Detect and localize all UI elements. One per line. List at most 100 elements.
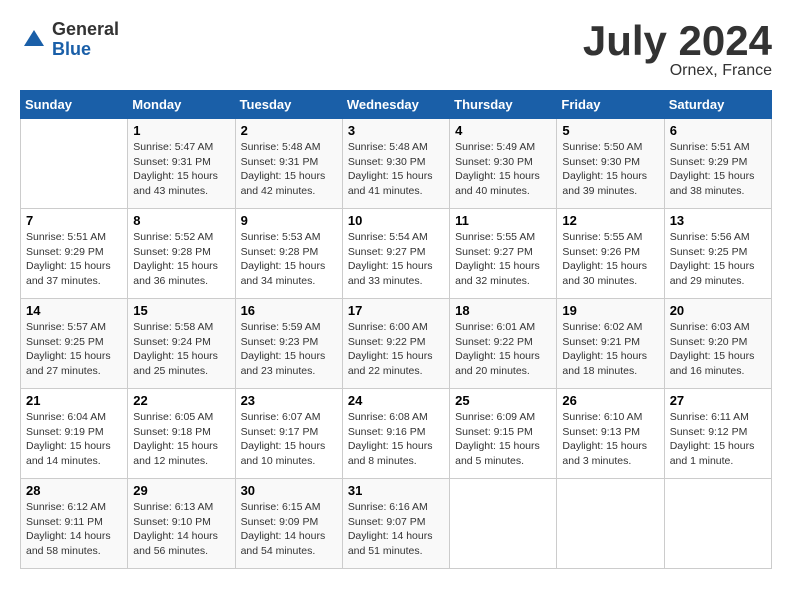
calendar-cell: 11 Sunrise: 5:55 AMSunset: 9:27 PMDayligh…: [450, 209, 557, 299]
calendar-cell: 16Sunrise: 5:59 AMSunset: 9:23 PMDayligh…: [235, 299, 342, 389]
calendar-cell: 18Sunrise: 6:01 AMSunset: 9:22 PMDayligh…: [450, 299, 557, 389]
day-info: Sunrise: 6:12 AMSunset: 9:11 PMDaylight:…: [26, 500, 122, 559]
calendar-cell: [557, 479, 664, 569]
day-number: 10: [348, 213, 444, 228]
day-number: 25: [455, 393, 551, 408]
header-wednesday: Wednesday: [342, 91, 449, 119]
header-sunday: Sunday: [21, 91, 128, 119]
header-monday: Monday: [128, 91, 235, 119]
calendar-cell: 8Sunrise: 5:52 AMSunset: 9:28 PMDaylight…: [128, 209, 235, 299]
day-number: 26: [562, 393, 658, 408]
day-info: Sunrise: 5:55 AMSunset: 9:27 PMDaylight:…: [455, 230, 551, 289]
week-row-3: 21 Sunrise: 6:04 AMSunset: 9:19 PMDayligh…: [21, 389, 772, 479]
header-row: SundayMondayTuesdayWednesdayThursdayFrid…: [21, 91, 772, 119]
day-info: Sunrise: 6:16 AMSunset: 9:07 PMDaylight:…: [348, 500, 444, 559]
day-number: 15: [133, 303, 229, 318]
calendar-cell: 25Sunrise: 6:09 AMSunset: 9:15 PMDayligh…: [450, 389, 557, 479]
day-number: 22: [133, 393, 229, 408]
day-number: 13: [670, 213, 766, 228]
day-number: 23: [241, 393, 337, 408]
day-number: 4: [455, 123, 551, 138]
calendar-cell: 20Sunrise: 6:03 AMSunset: 9:20 PMDayligh…: [664, 299, 771, 389]
calendar-cell: 15 Sunrise: 5:58 AMSunset: 9:24 PMDayligh…: [128, 299, 235, 389]
day-number: 30: [241, 483, 337, 498]
calendar-cell: 23 Sunrise: 6:07 AMSunset: 9:17 PMDayligh…: [235, 389, 342, 479]
calendar-cell: [450, 479, 557, 569]
day-number: 2: [241, 123, 337, 138]
header-thursday: Thursday: [450, 91, 557, 119]
day-number: 28: [26, 483, 122, 498]
calendar-cell: 17 Sunrise: 6:00 AMSunset: 9:22 PMDayligh…: [342, 299, 449, 389]
day-number: 8: [133, 213, 229, 228]
day-info: Sunrise: 6:00 AMSunset: 9:22 PMDaylight:…: [348, 320, 444, 379]
page-header: General Blue July 2024 Ornex, France: [20, 20, 772, 80]
day-info: Sunrise: 5:56 AMSunset: 9:25 PMDaylight:…: [670, 230, 766, 289]
header-friday: Friday: [557, 91, 664, 119]
day-number: 6: [670, 123, 766, 138]
calendar-cell: 6 Sunrise: 5:51 AMSunset: 9:29 PMDaylight…: [664, 119, 771, 209]
calendar-cell: 10 Sunrise: 5:54 AMSunset: 9:27 PMDayligh…: [342, 209, 449, 299]
logo: General Blue: [20, 20, 119, 60]
day-number: 24: [348, 393, 444, 408]
day-info: Sunrise: 6:08 AMSunset: 9:16 PMDaylight:…: [348, 410, 444, 469]
day-number: 27: [670, 393, 766, 408]
day-info: Sunrise: 6:02 AMSunset: 9:21 PMDaylight:…: [562, 320, 658, 379]
day-number: 11: [455, 213, 551, 228]
header-saturday: Saturday: [664, 91, 771, 119]
calendar-cell: 4 Sunrise: 5:49 AMSunset: 9:30 PMDaylight…: [450, 119, 557, 209]
day-info: Sunrise: 5:51 AMSunset: 9:29 PMDaylight:…: [26, 230, 122, 289]
calendar-cell: 1 Sunrise: 5:47 AMSunset: 9:31 PMDaylight…: [128, 119, 235, 209]
day-number: 17: [348, 303, 444, 318]
title-block: July 2024 Ornex, France: [583, 20, 772, 80]
calendar-cell: 12Sunrise: 5:55 AMSunset: 9:26 PMDayligh…: [557, 209, 664, 299]
day-info: Sunrise: 6:01 AMSunset: 9:22 PMDaylight:…: [455, 320, 551, 379]
week-row-1: 7Sunrise: 5:51 AMSunset: 9:29 PMDaylight…: [21, 209, 772, 299]
calendar-cell: 2 Sunrise: 5:48 AMSunset: 9:31 PMDaylight…: [235, 119, 342, 209]
day-info: Sunrise: 5:50 AMSunset: 9:30 PMDaylight:…: [562, 140, 658, 199]
day-info: Sunrise: 6:13 AMSunset: 9:10 PMDaylight:…: [133, 500, 229, 559]
day-info: Sunrise: 6:11 AMSunset: 9:12 PMDaylight:…: [670, 410, 766, 469]
logo-icon: [20, 26, 48, 54]
day-info: Sunrise: 5:51 AMSunset: 9:29 PMDaylight:…: [670, 140, 766, 199]
calendar-cell: 30Sunrise: 6:15 AMSunset: 9:09 PMDayligh…: [235, 479, 342, 569]
calendar-cell: 3 Sunrise: 5:48 AMSunset: 9:30 PMDaylight…: [342, 119, 449, 209]
calendar-cell: 31 Sunrise: 6:16 AMSunset: 9:07 PMDayligh…: [342, 479, 449, 569]
day-info: Sunrise: 5:54 AMSunset: 9:27 PMDaylight:…: [348, 230, 444, 289]
subtitle: Ornex, France: [583, 62, 772, 80]
day-number: 9: [241, 213, 337, 228]
day-info: Sunrise: 5:48 AMSunset: 9:30 PMDaylight:…: [348, 140, 444, 199]
week-row-0: 1 Sunrise: 5:47 AMSunset: 9:31 PMDaylight…: [21, 119, 772, 209]
day-info: Sunrise: 5:49 AMSunset: 9:30 PMDaylight:…: [455, 140, 551, 199]
logo-text: General Blue: [52, 20, 119, 60]
day-number: 16: [241, 303, 337, 318]
calendar-cell: 22Sunrise: 6:05 AMSunset: 9:18 PMDayligh…: [128, 389, 235, 479]
calendar-cell: 19 Sunrise: 6:02 AMSunset: 9:21 PMDayligh…: [557, 299, 664, 389]
day-number: 14: [26, 303, 122, 318]
calendar-header: SundayMondayTuesdayWednesdayThursdayFrid…: [21, 91, 772, 119]
calendar-cell: 13 Sunrise: 5:56 AMSunset: 9:25 PMDayligh…: [664, 209, 771, 299]
day-number: 19: [562, 303, 658, 318]
day-info: Sunrise: 6:04 AMSunset: 9:19 PMDaylight:…: [26, 410, 122, 469]
logo-blue: Blue: [52, 40, 119, 60]
day-number: 12: [562, 213, 658, 228]
day-info: Sunrise: 5:57 AMSunset: 9:25 PMDaylight:…: [26, 320, 122, 379]
day-info: Sunrise: 6:07 AMSunset: 9:17 PMDaylight:…: [241, 410, 337, 469]
day-number: 21: [26, 393, 122, 408]
header-tuesday: Tuesday: [235, 91, 342, 119]
calendar-cell: [21, 119, 128, 209]
day-info: Sunrise: 5:53 AMSunset: 9:28 PMDaylight:…: [241, 230, 337, 289]
day-number: 3: [348, 123, 444, 138]
main-title: July 2024: [583, 20, 772, 62]
day-info: Sunrise: 5:58 AMSunset: 9:24 PMDaylight:…: [133, 320, 229, 379]
day-info: Sunrise: 6:03 AMSunset: 9:20 PMDaylight:…: [670, 320, 766, 379]
day-number: 29: [133, 483, 229, 498]
week-row-2: 14 Sunrise: 5:57 AMSunset: 9:25 PMDayligh…: [21, 299, 772, 389]
week-row-4: 28 Sunrise: 6:12 AMSunset: 9:11 PMDayligh…: [21, 479, 772, 569]
day-number: 1: [133, 123, 229, 138]
day-number: 31: [348, 483, 444, 498]
day-info: Sunrise: 5:47 AMSunset: 9:31 PMDaylight:…: [133, 140, 229, 199]
day-info: Sunrise: 5:48 AMSunset: 9:31 PMDaylight:…: [241, 140, 337, 199]
calendar-cell: 5Sunrise: 5:50 AMSunset: 9:30 PMDaylight…: [557, 119, 664, 209]
calendar-cell: [664, 479, 771, 569]
calendar-cell: 21 Sunrise: 6:04 AMSunset: 9:19 PMDayligh…: [21, 389, 128, 479]
